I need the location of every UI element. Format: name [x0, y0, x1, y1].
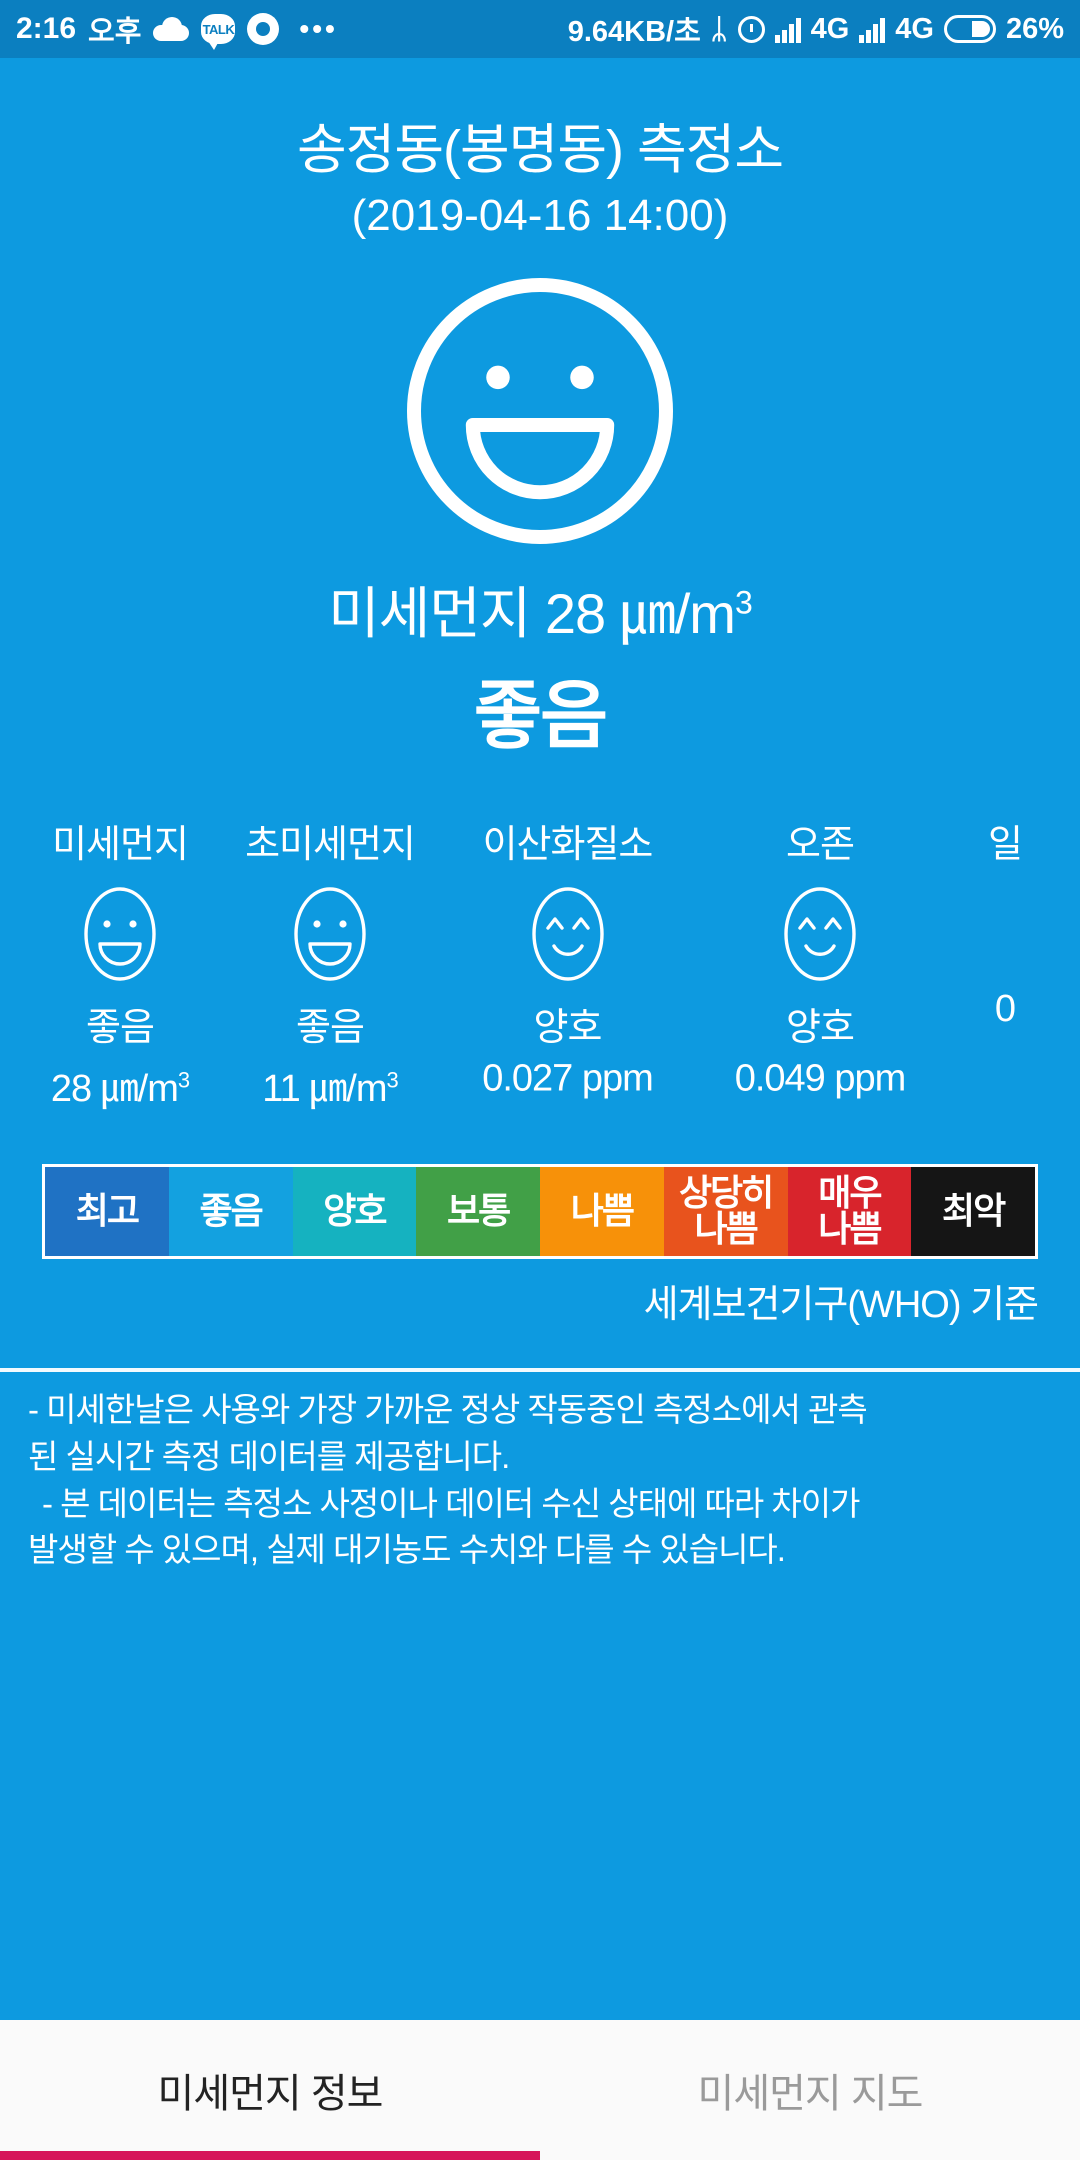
- pollutant-row: 미세먼지 좋음 28 ㎛/m3 초미세먼지 좋음 11 ㎛/m3 이산화질소 양…: [0, 813, 1080, 1112]
- pollutant-value: 0: [945, 988, 1065, 1031]
- legend-cell-moderate[interactable]: 보통: [416, 1166, 540, 1256]
- smile-open-mouth-icon: [294, 887, 366, 981]
- signal-bars-sim2-icon: [859, 15, 886, 43]
- legend-cell-quite-bad[interactable]: 상당히 나쁨: [663, 1166, 788, 1256]
- legend-cell-very-bad[interactable]: 매우 나쁨: [787, 1166, 912, 1256]
- pollutant-grade: 양호: [533, 1006, 603, 1049]
- app-screen: 2:16 오후 TALK ••• 9.64KB/초 ᛦ 4G 4G 26% 송정…: [0, 0, 1080, 2160]
- legend-label: 매우: [818, 1172, 882, 1214]
- bottom-tab-bar: 미세먼지 정보 미세먼지 지도: [0, 2020, 1080, 2160]
- sim2-network-label: 4G: [895, 12, 934, 45]
- legend-cell-good[interactable]: 좋음: [168, 1166, 293, 1256]
- more-dots-icon: •••: [299, 13, 338, 44]
- clock-ampm: 오후: [88, 16, 142, 48]
- pollutant-grade: 좋음: [296, 1006, 365, 1049]
- pollutant-card-no2[interactable]: 이산화질소 양호 0.027 ppm: [440, 813, 695, 1101]
- smile-open-mouth-icon: [84, 887, 156, 981]
- bluetooth-icon: ᛦ: [710, 13, 728, 44]
- pollutant-value: 0.027 ppm: [440, 1057, 695, 1101]
- pollutant-value-exponent: 3: [177, 1067, 190, 1093]
- signal-bars-sim1-icon: [774, 15, 801, 43]
- measured-at-label: (2019-04-16 14:00): [351, 190, 729, 240]
- happy-eyes-smile-icon: [784, 887, 856, 981]
- main-value-label: 미세먼지 28 ㎛/m3: [0, 569, 1080, 650]
- legend-label-2: 나쁨: [694, 1208, 759, 1250]
- tab-dust-map[interactable]: 미세먼지 지도: [540, 2020, 1080, 2160]
- pollutant-value: 0.049 ppm: [695, 1057, 945, 1101]
- legend-cell-fair[interactable]: 양호: [292, 1166, 417, 1256]
- disclaimer-line-3: - 본 데이터는 측정소 사정이나 데이터 수신 상태에 따라 차이가: [42, 1484, 861, 1522]
- legend-cell-worst[interactable]: 최악: [911, 1166, 1035, 1256]
- record-icon: [247, 13, 280, 45]
- tab-active-indicator: [0, 2151, 540, 2160]
- pollutant-card-co-truncated[interactable]: 일 0: [945, 813, 1065, 1031]
- network-speed-label: 9.64KB/초: [567, 16, 701, 48]
- clock-time: 2:16: [16, 12, 77, 45]
- main-grade-label: 좋음: [473, 673, 608, 757]
- disclaimer-line-1: - 미세한날은 사용와 가장 가까운 정상 작동중인 측정소에서 관측: [28, 1390, 868, 1428]
- pollutant-label: 초미세먼지: [245, 823, 416, 866]
- tab-dust-info[interactable]: 미세먼지 정보: [0, 2020, 540, 2160]
- kakaotalk-icon: TALK: [201, 14, 236, 50]
- legend-label: 양호: [323, 1190, 387, 1232]
- main-face-wrapper: [0, 271, 1080, 551]
- grade-legend: 최고 좋음 양호 보통 나쁨 상당히 나쁨 매우 나쁨 최악: [42, 1163, 1038, 1259]
- happy-eyes-smile-icon: [531, 887, 604, 981]
- pollutant-label: 이산화질소: [482, 823, 654, 866]
- pollutant-label: 미세먼지: [52, 823, 189, 866]
- pollutant-value-text: 11 ㎛/m: [262, 1067, 387, 1110]
- disclaimer-line-4: 발생할 수 있으며, 실제 대기농도 수치와 다를 수 있습니다.: [28, 1531, 786, 1569]
- pollutant-value-text: 0: [994, 987, 1016, 1030]
- big-smile-face-icon: [407, 277, 673, 544]
- legend-source-note: 세계보건기구(WHO) 기준: [643, 1283, 1039, 1326]
- disclaimer-line-2: 된 실시간 측정 데이터를 제공합니다.: [28, 1437, 510, 1475]
- status-bar-right: 9.64KB/초 ᛦ 4G 4G 26%: [568, 8, 1064, 50]
- pollutant-grade: 좋음: [86, 1006, 155, 1049]
- pollutant-card-pm25[interactable]: 초미세먼지 좋음 11 ㎛/m3: [220, 813, 440, 1112]
- battery-icon: [943, 15, 996, 43]
- disclaimer-block: - 미세한날은 사용와 가장 가까운 정상 작동중인 측정소에서 관측 된 실시…: [0, 1372, 1080, 1576]
- pollutant-value-text: 0.049 ppm: [734, 1057, 907, 1100]
- legend-label: 나쁨: [570, 1190, 635, 1232]
- pollutant-card-pm10[interactable]: 미세먼지 좋음 28 ㎛/m3: [20, 813, 220, 1112]
- legend-label: 좋음: [199, 1190, 264, 1232]
- legend-cell-best[interactable]: 최고: [45, 1166, 169, 1256]
- main-value-text: 미세먼지 28 ㎛/m: [328, 581, 736, 645]
- status-bar: 2:16 오후 TALK ••• 9.64KB/초 ᛦ 4G 4G 26%: [0, 0, 1080, 58]
- legend-label: 상당히: [678, 1172, 774, 1214]
- pollutant-card-o3[interactable]: 오존 양호 0.049 ppm: [695, 813, 945, 1101]
- legend-label: 보통: [447, 1190, 511, 1232]
- cloud-icon: [153, 17, 190, 41]
- legend-cell-bad[interactable]: 나쁨: [540, 1166, 664, 1256]
- battery-percent-label: 26%: [1005, 12, 1064, 45]
- page-title: 송정동(봉명동) 측정소: [296, 120, 784, 180]
- pollutant-value: 11 ㎛/m3: [220, 1057, 440, 1112]
- sim1-network-label: 4G: [810, 12, 850, 45]
- legend-label: 최고: [75, 1190, 140, 1232]
- legend-label: 최악: [942, 1190, 1006, 1232]
- pollutant-value-exponent: 3: [386, 1067, 398, 1093]
- alarm-icon: [737, 15, 765, 43]
- pollutant-value-text: 0.027 ppm: [482, 1057, 654, 1100]
- pollutant-label: 오존: [786, 823, 855, 866]
- legend-wrapper: 최고 좋음 양호 보통 나쁨 상당히 나쁨 매우 나쁨 최악: [0, 1163, 1080, 1259]
- status-bar-left: 2:16 오후 TALK •••: [16, 8, 346, 50]
- main-value-exponent: 3: [734, 584, 753, 621]
- pollutant-value-text: 28 ㎛/m: [50, 1067, 179, 1110]
- pollutant-label: 일: [988, 823, 1023, 866]
- pollutant-value: 28 ㎛/m3: [20, 1057, 220, 1112]
- main-content: 송정동(봉명동) 측정소 (2019-04-16 14:00) 미세먼지 28 …: [0, 58, 1080, 2020]
- legend-label-2: 나쁨: [818, 1208, 882, 1250]
- divider: [0, 1367, 1080, 1372]
- pollutant-grade: 양호: [786, 1006, 855, 1049]
